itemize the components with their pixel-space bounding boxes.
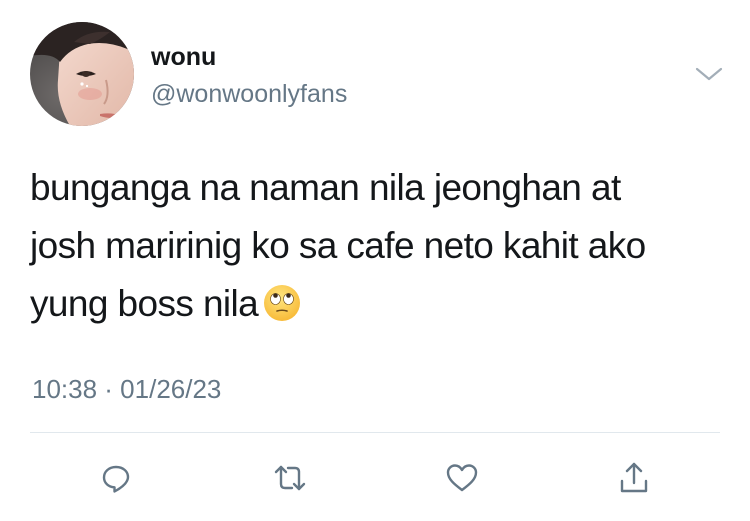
- tweet-text-line: bunganga na naman nila jeonghan at: [30, 167, 621, 208]
- tweet-text-line: yung boss nila: [30, 275, 730, 333]
- tweet-timestamp[interactable]: 10:38 · 01/26/23: [32, 373, 221, 405]
- tweet-text: bunganga na naman nila jeonghan at josh …: [30, 159, 730, 333]
- tweet-text-line: josh maririnig ko sa cafe neto kahit ako: [30, 225, 646, 266]
- share-button[interactable]: [614, 458, 654, 498]
- share-icon: [618, 461, 650, 495]
- retweet-button[interactable]: [270, 458, 310, 498]
- display-name[interactable]: wonu: [151, 42, 216, 72]
- tweet-card: wonu @wonwoonlyfans bunganga na naman ni…: [0, 0, 750, 521]
- tweet-text-line-content: yung boss nila: [30, 283, 259, 324]
- reply-icon: [100, 462, 132, 494]
- user-handle[interactable]: @wonwoonlyfans: [151, 79, 347, 109]
- avatar-image: [30, 22, 134, 126]
- chevron-down-icon[interactable]: [694, 64, 724, 84]
- heart-icon: [445, 462, 479, 494]
- divider: [30, 432, 720, 433]
- reply-button[interactable]: [96, 458, 136, 498]
- like-button[interactable]: [442, 458, 482, 498]
- retweet-icon: [273, 462, 307, 494]
- avatar[interactable]: [30, 22, 134, 126]
- rolling-eyes-emoji-icon: [262, 282, 302, 322]
